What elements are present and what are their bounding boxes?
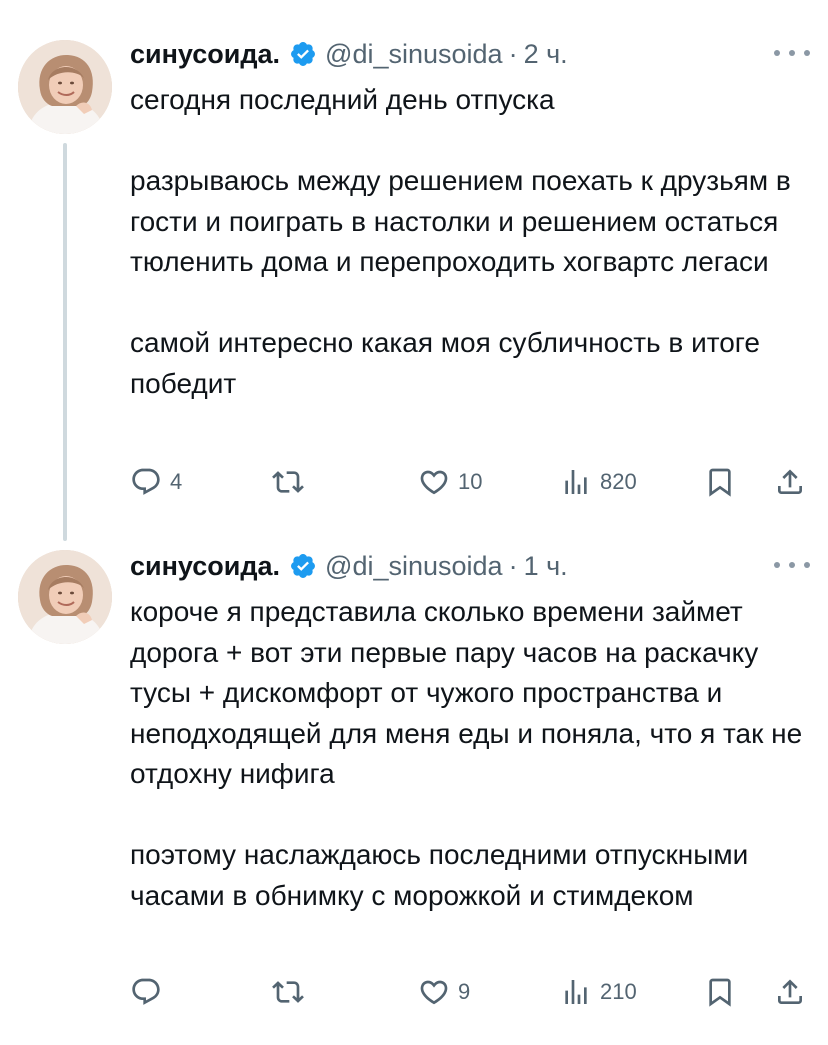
tweet-text: короче я представила сколько времени зай… [130,596,803,911]
tweet-header: синусоида. @di_sinusoida · 2 ч. [130,36,568,72]
views-button[interactable]: 210 [560,972,637,1012]
heart-icon [420,470,448,495]
tweet[interactable]: синусоида. @di_sinusoida · 2 ч. сегодня … [0,0,828,540]
tweet-actions: 9 210 [0,972,828,1012]
user-handle[interactable]: @di_sinusoida [325,39,503,70]
bookmark-button[interactable] [704,462,736,502]
tweet-actions: 4 10 820 [0,462,828,502]
bookmark-button[interactable] [704,972,736,1012]
reply-count: 4 [170,469,183,494]
heart-icon [420,980,448,1005]
more-horizontal-icon[interactable] [774,555,810,575]
like-count: 10 [458,469,483,494]
avatar[interactable] [18,550,112,644]
like-button[interactable]: 9 [418,972,470,1012]
display-name[interactable]: синусоида. [130,39,280,70]
retweet-icon [272,981,304,1003]
reply-button[interactable]: 4 [130,462,182,502]
retweet-icon [272,471,304,493]
reply-icon [132,468,160,495]
tweet-text: сегодня последний день отпуска разрываюс… [130,84,791,399]
share-icon [778,979,802,1004]
view-count: 820 [600,469,637,494]
verified-badge-icon [289,40,317,68]
reply-icon [132,978,160,1005]
retweet-button[interactable] [272,972,312,1012]
view-count: 210 [600,979,637,1004]
user-handle[interactable]: @di_sinusoida [325,551,503,582]
avatar-image [18,550,112,644]
share-button[interactable] [774,972,806,1012]
avatar[interactable] [18,40,112,134]
bookmark-icon [709,468,731,497]
share-button[interactable] [774,462,806,502]
display-name[interactable]: синусоида. [130,551,280,582]
like-button[interactable]: 10 [418,462,482,502]
verified-badge-icon [289,552,317,580]
views-icon [565,980,587,1004]
tweet[interactable]: синусоида. @di_sinusoida · 1 ч. короче я… [0,540,828,1045]
timestamp[interactable]: 2 ч. [524,39,568,70]
like-count: 9 [458,979,471,1004]
reply-button[interactable] [130,972,170,1012]
timestamp[interactable]: 1 ч. [524,551,568,582]
retweet-button[interactable] [272,462,312,502]
avatar-image [18,40,112,134]
separator-dot: · [508,38,518,69]
more-horizontal-icon[interactable] [774,43,810,63]
tweet-header: синусоида. @di_sinusoida · 1 ч. [130,548,568,584]
views-icon [565,470,587,494]
share-icon [778,469,802,494]
views-button[interactable]: 820 [560,462,637,502]
separator-dot: · [508,550,518,581]
bookmark-icon [709,978,731,1007]
